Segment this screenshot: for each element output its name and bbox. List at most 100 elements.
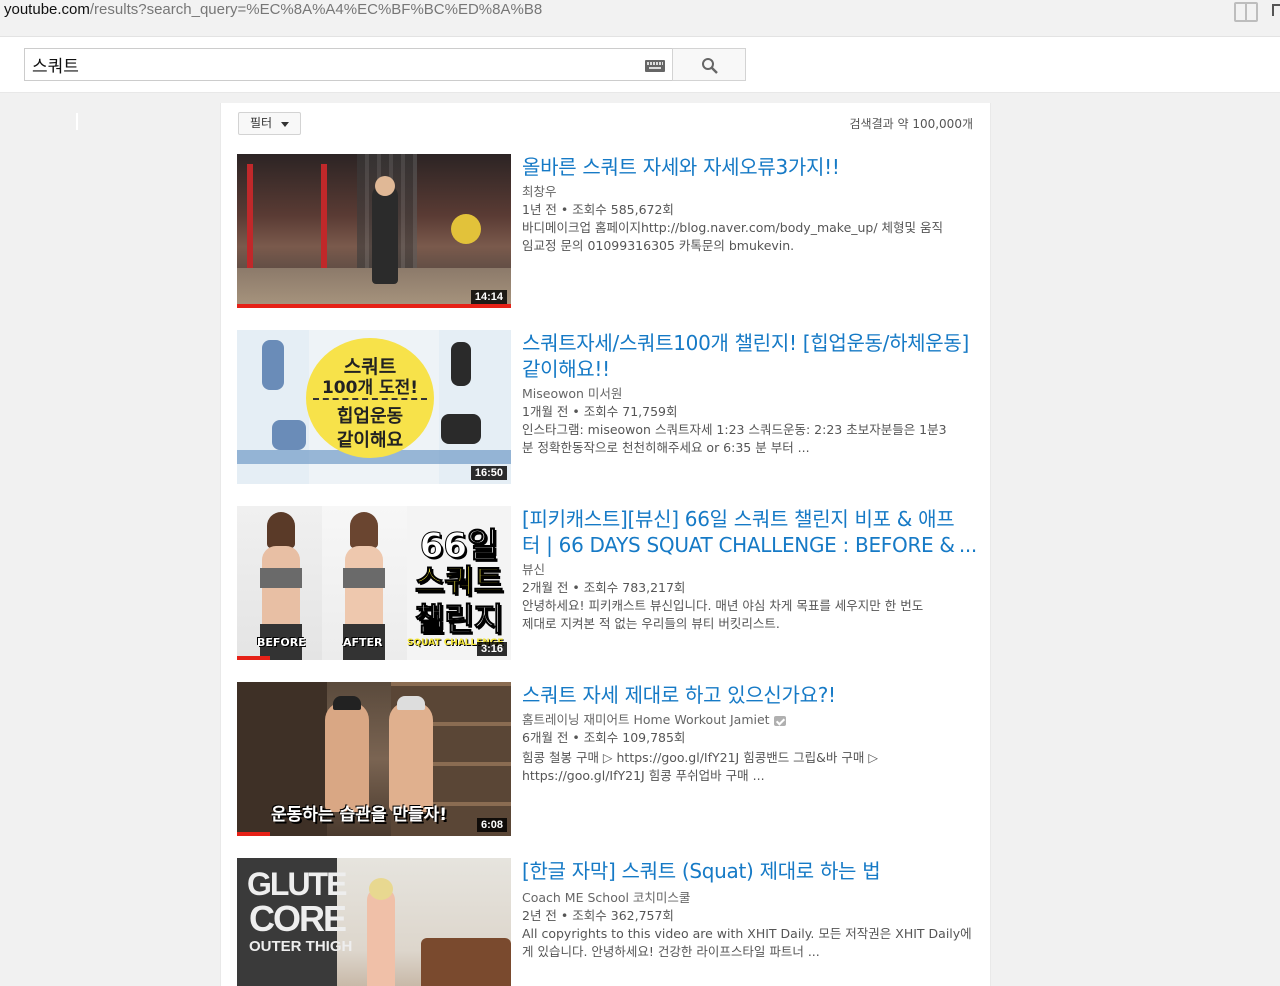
thumbnail-text: OUTER THIGH: [249, 938, 353, 955]
watch-progress-bar: [237, 656, 270, 660]
channel-link[interactable]: Miseowon 미서원: [522, 386, 622, 401]
video-title-link[interactable]: [피키캐스트][뷰신] 66일 스쿼트 챌린지 비포 & 애프 터 | 66 D…: [522, 506, 977, 558]
thumbnail-text: 힙업운동: [336, 406, 404, 427]
thumbnail-art: [421, 938, 511, 986]
result-item: 66일 스쿼트 챌린지 BEFORE AFTER SQUAT CHALLENGE…: [237, 506, 977, 662]
video-stats: 2년 전 • 조회수 362,757회: [522, 908, 674, 923]
video-stats: 2개월 전 • 조회수 783,217회: [522, 580, 686, 595]
channel-link[interactable]: Coach ME School 코치미스쿨: [522, 890, 690, 905]
filter-button[interactable]: 필터: [238, 112, 301, 135]
thumbnail-art: [375, 176, 395, 196]
video-title-link[interactable]: 스쿼트 자세 제대로 하고 있으신가요?!: [522, 682, 977, 708]
reader-view-icon[interactable]: [1234, 2, 1258, 22]
result-item: GLUTE CORE OUTER THIGH [한글 자막] 스쿼트 (Squa…: [237, 858, 977, 986]
url-path: /results?search_query=%EC%8A%A4%EC%BF%BC…: [89, 1, 543, 18]
video-views: 조회수 585,672회: [572, 202, 674, 217]
video-thumbnail[interactable]: 스쿼트 100개 도전! 힙업운동 같이해요 16:50: [237, 330, 511, 484]
title-line: [피키캐스트][뷰신] 66일 스쿼트 챌린지 비포 & 애프: [522, 507, 955, 531]
description-line: All copyrights to this video are with XH…: [522, 926, 972, 941]
description-line: 안녕하세요! 피키캐스트 뷰신입니다. 매년 야심 차게 목표를 세우지만 한 …: [522, 598, 924, 613]
video-age: 2년 전: [522, 908, 557, 923]
title-more: ...: [958, 533, 977, 557]
video-stats: 1개월 전 • 조회수 71,759회: [522, 404, 678, 419]
result-item: 14:14 올바른 스쿼트 자세와 자세오류3가지!! 최창우 1년 전 • 조…: [237, 154, 977, 310]
description-line: 제대로 지켜본 적 없는 우리들의 뷰티 버킷리스트.: [522, 616, 780, 631]
description-line: 인스타그램: miseowon 스쿼트자세 1:23 스쿼드운동: 2:23 초…: [522, 422, 947, 437]
thumbnail-art: [272, 420, 306, 450]
video-stats: 6개월 전 • 조회수 109,785회: [522, 730, 686, 745]
video-channel: 홈트레이닝 재미어트 Home Workout Jamiet: [522, 711, 977, 728]
thumbnail-art: [262, 340, 284, 390]
thumbnail-text: AFTER: [343, 636, 383, 649]
thumbnail-text: 운동하는 습관을 만들자!: [271, 805, 447, 825]
video-description: 힘콩 철봉 구매 ▷ https://goo.gl/IfY21J 힘콩밴드 그립…: [522, 749, 977, 785]
video-channel: Miseowon 미서원: [522, 385, 977, 402]
thumbnail-art: [451, 214, 481, 244]
video-title-link[interactable]: [한글 자막] 스쿼트 (Squat) 제대로 하는 법: [522, 858, 977, 884]
video-thumbnail[interactable]: 66일 스쿼트 챌린지 BEFORE AFTER SQUAT CHALLENGE…: [237, 506, 511, 660]
video-views: 조회수 109,785회: [583, 730, 686, 745]
channel-link[interactable]: 뷰신: [522, 562, 545, 577]
thumbnail-divider: [313, 398, 427, 400]
thumbnail-text: CORE: [249, 898, 347, 939]
results-panel: 필터 검색결과 약 100,000개 14:14 올바른 스쿼트 자세와 자세오…: [220, 103, 991, 986]
thumbnail-text: 100개 도전!: [321, 378, 419, 398]
verified-icon: [773, 715, 786, 726]
masthead: [0, 37, 1280, 93]
video-channel: 최창우: [522, 183, 977, 200]
channel-link[interactable]: 홈트레이닝 재미어트 Home Workout Jamiet: [522, 712, 770, 727]
video-views: 조회수 783,217회: [583, 580, 686, 595]
video-channel: 뷰신: [522, 561, 977, 578]
search-icon: [702, 58, 718, 74]
watch-progress-bar: [237, 832, 270, 836]
video-description: All copyrights to this video are with XH…: [522, 925, 977, 961]
channel-link[interactable]: 최창우: [522, 184, 557, 199]
video-thumbnail[interactable]: GLUTE CORE OUTER THIGH: [237, 858, 511, 986]
keyboard-icon[interactable]: [645, 60, 665, 72]
description-line: 게 있습니다. 안녕하세요! 건강한 라이프스타일 파트너 ...: [522, 944, 820, 959]
thumbnail-art: [325, 702, 369, 812]
search-input[interactable]: [32, 52, 632, 77]
caret-down-icon: [281, 122, 289, 127]
video-thumbnail[interactable]: 운동하는 습관을 만들자! 6:08: [237, 682, 511, 836]
thumbnail-art: [260, 568, 302, 588]
description-line: 임교정 문의 01099316305 카톡문의 bmukevin.: [522, 238, 795, 253]
result-item: 운동하는 습관을 만들자! 6:08 스쿼트 자세 제대로 하고 있으신가요?!…: [237, 682, 977, 838]
video-description: 인스타그램: miseowon 스쿼트자세 1:23 스쿼드운동: 2:23 초…: [522, 421, 977, 457]
video-views: 조회수 362,757회: [572, 908, 674, 923]
watch-progress-bar: [237, 304, 511, 308]
filter-label: 필터: [250, 116, 273, 130]
address-bar[interactable]: youtube.com/results?search_query=%EC%8A%…: [0, 0, 1280, 37]
thumbnail-art: [451, 342, 471, 386]
thumbnail-text: 챌린지: [414, 600, 504, 639]
thumbnail-art: [372, 184, 398, 284]
video-duration: 14:14: [470, 290, 507, 304]
video-title-link[interactable]: 스쿼트자세/스쿼트100개 챌린지! [힙업운동/하체운동] 같이해요!!: [522, 330, 977, 382]
video-age: 1년 전: [522, 202, 557, 217]
url-text[interactable]: youtube.com/results?search_query=%EC%8A%…: [4, 1, 542, 18]
thumbnail-art: [267, 512, 295, 548]
description-line: 분 정확한동작으로 천천히해주세요 or 6:35 분 부터 ...: [522, 440, 810, 455]
video-title-link[interactable]: 올바른 스쿼트 자세와 자세오류3가지!!: [522, 154, 977, 180]
video-channel: Coach ME School 코치미스쿨: [522, 889, 977, 906]
video-stats: 1년 전 • 조회수 585,672회: [522, 202, 674, 217]
search-box[interactable]: [24, 48, 673, 81]
title-line: 터 | 66 DAYS SQUAT CHALLENGE : BEFORE &..…: [522, 532, 977, 558]
video-duration: 3:16: [476, 642, 507, 656]
thumbnail-art: [441, 414, 481, 444]
video-thumbnail[interactable]: 14:14: [237, 154, 511, 308]
overflow-icon[interactable]: [1272, 4, 1280, 16]
results-count: 검색결과 약 100,000개: [849, 117, 974, 131]
guide-marker: [76, 113, 78, 130]
url-host: youtube.com: [4, 1, 90, 18]
search-button[interactable]: [672, 48, 746, 81]
description-line: https://goo.gl/IfY21J 힘콩 푸쉬업바 구매 ...: [522, 768, 765, 783]
title-line-text: 터 | 66 DAYS SQUAT CHALLENGE : BEFORE &: [522, 533, 955, 557]
thumbnail-art: [367, 888, 395, 986]
thumbnail-art: [350, 512, 378, 548]
thumbnail-art: [343, 568, 385, 588]
thumbnail-art: [397, 696, 425, 710]
description-line: 바디메이크업 홈페이지http://blog.naver.com/body_ma…: [522, 220, 944, 235]
video-age: 1개월 전: [522, 404, 569, 419]
video-duration: 6:08: [476, 818, 507, 832]
